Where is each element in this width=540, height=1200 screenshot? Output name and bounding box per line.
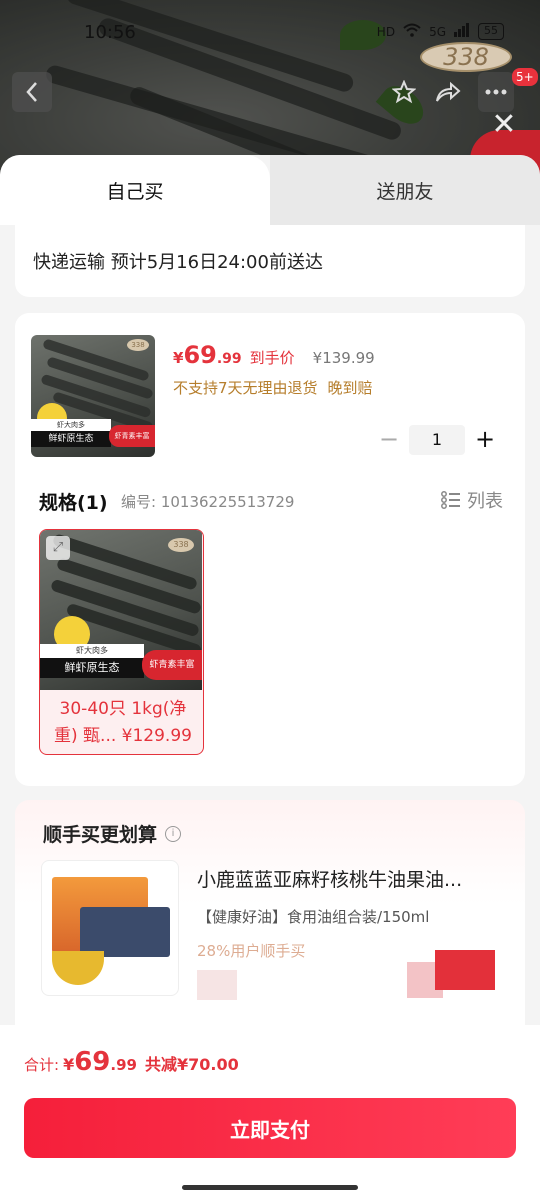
close-icon: ✕	[491, 107, 517, 142]
star-icon	[392, 80, 416, 104]
spec-code: 编号: 10136225513729	[121, 493, 295, 511]
spec-label-red: 虾青素丰富	[142, 650, 202, 680]
tab-label: 送朋友	[376, 180, 434, 203]
more-icon	[485, 89, 507, 95]
bundle-add-button[interactable]	[435, 950, 495, 990]
original-price: ¥139.99	[312, 349, 375, 367]
return-policy: 不支持7天无理由退货	[173, 379, 318, 397]
spec-price-tag: 338	[168, 538, 194, 552]
chevron-left-icon	[26, 82, 37, 102]
thumb-label-red: 虾青素丰富	[109, 425, 155, 447]
more-button[interactable]	[478, 72, 514, 112]
final-price: ¥69.99	[173, 341, 242, 369]
notification-badge: 5+	[512, 68, 538, 86]
spec-title: 规格(1)	[39, 492, 108, 514]
tab-gift-to-friend[interactable]: 送朋友	[270, 155, 540, 225]
increase-quantity-button[interactable]: +	[465, 425, 505, 455]
bundle-product-name[interactable]: 小鹿蓝蓝亚麻籽核桃牛油果油...	[197, 865, 497, 892]
policy-row: 不支持7天无理由退货 晚到赔	[173, 377, 373, 398]
spec-option-text: 30-40只 1kg(净重) 甄... ¥129.99	[54, 699, 192, 746]
bundle-price-placeholder	[197, 970, 237, 1000]
total-row: 合计: ¥69.99 共减¥70.00	[24, 1047, 239, 1077]
wifi-icon	[403, 23, 421, 40]
checkout-footer: 合计: ¥69.99 共减¥70.00 立即支付	[0, 1025, 540, 1200]
spec-label-small: 虾大肉多	[40, 644, 144, 658]
battery-indicator: 55	[478, 23, 504, 40]
spec-option-selected[interactable]: 338 虾大肉多 鲜虾原生态 虾青素丰富 ⤢ 30-40只 1kg(净重) 甄.…	[39, 529, 204, 755]
spec-label-main: 鲜虾原生态	[40, 658, 144, 678]
close-sheet-button[interactable]: ✕	[488, 110, 520, 142]
delivery-text: 快递运输 预计5月16日24:00前送达	[33, 252, 323, 273]
hero-price-bubble: 338	[420, 42, 512, 72]
delivery-info: 快递运输 预计5月16日24:00前送达	[15, 225, 525, 297]
product-thumbnail[interactable]: 338 虾大肉多 鲜虾原生态 虾青素丰富	[31, 335, 155, 457]
total-price: ¥69.99	[63, 1047, 137, 1077]
status-icons: HD 5G 55	[377, 23, 504, 40]
list-view-toggle[interactable]: 列表	[441, 487, 503, 513]
tab-buy-for-self[interactable]: 自己买	[0, 155, 270, 225]
signal-icon	[454, 23, 470, 40]
pay-now-button[interactable]: 立即支付	[24, 1098, 516, 1158]
favorite-button[interactable]	[384, 72, 424, 112]
quantity-value[interactable]: 1	[409, 425, 465, 455]
late-compensation: 晚到赔	[327, 379, 373, 397]
list-toggle-label: 列表	[467, 491, 503, 512]
expand-icon[interactable]: ⤢	[46, 536, 70, 560]
thumb-price-tag: 338	[127, 339, 149, 351]
bundle-product-thumbnail[interactable]	[41, 860, 179, 996]
hd-label: HD	[376, 24, 396, 39]
list-icon	[441, 491, 460, 509]
status-time: 10:56	[84, 22, 136, 43]
price-row: ¥69.99 到手价 ¥139.99	[173, 341, 375, 369]
back-button[interactable]	[12, 72, 52, 112]
tab-label: 自己买	[106, 180, 164, 203]
bundle-title: 顺手买更划算 i	[43, 820, 182, 847]
total-discount: 共减¥70.00	[144, 1055, 239, 1074]
share-button[interactable]	[428, 72, 468, 112]
bundle-product-subtitle: 【健康好油】食用油组合装/150ml	[197, 908, 430, 926]
product-card: 338 虾大肉多 鲜虾原生态 虾青素丰富 ¥69.99 到手价 ¥139.99 …	[15, 313, 525, 786]
info-icon[interactable]: i	[165, 825, 182, 842]
share-icon	[436, 81, 461, 102]
bundle-promo-text: 28%用户顺手买	[197, 942, 306, 960]
total-label: 合计:	[24, 1056, 60, 1074]
purchase-tabs: 自己买 送朋友	[0, 155, 540, 225]
thumb-label-small: 虾大肉多	[31, 419, 111, 431]
thumb-label-main: 鲜虾原生态	[31, 431, 111, 447]
quantity-stepper: − 1 +	[369, 425, 505, 455]
home-indicator[interactable]	[182, 1185, 358, 1190]
bundle-card: 顺手买更划算 i 小鹿蓝蓝亚麻籽核桃牛油果油... 【健康好油】食用油组合装/1…	[15, 800, 525, 1060]
decrease-quantity-button[interactable]: −	[369, 425, 409, 455]
network-label: 5G	[429, 24, 446, 39]
final-price-label: 到手价	[249, 349, 295, 367]
